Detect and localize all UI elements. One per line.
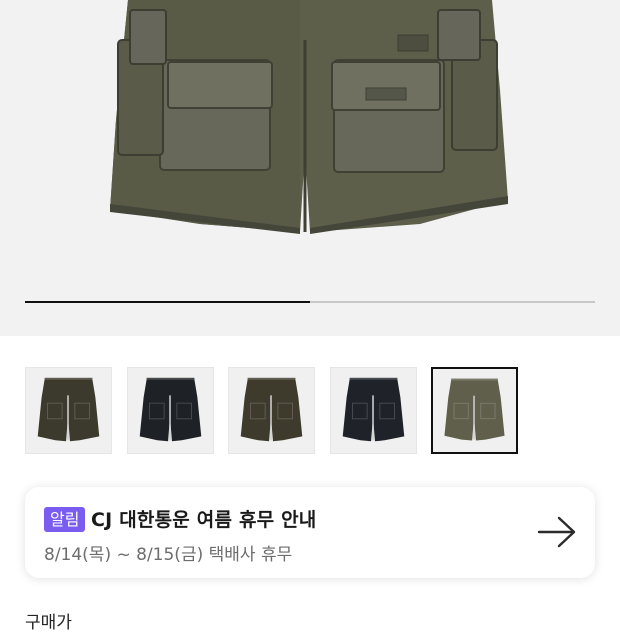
notice-subtitle: 8/14(목) ~ 8/15(금) 택배사 휴무 [44, 545, 293, 565]
product-image [110, 0, 508, 234]
shorts-thumbnail-image [444, 378, 505, 441]
arrow-right-icon[interactable] [537, 514, 577, 550]
shorts-thumbnail-image [240, 377, 303, 442]
notice-badge: 알림 [44, 507, 86, 532]
thumbnail-1[interactable] [25, 367, 112, 454]
gallery-progress-fill [25, 301, 310, 303]
shorts-thumbnail-image [37, 377, 100, 442]
thumbnail-4[interactable] [330, 367, 417, 454]
shorts-thumbnail-image [342, 377, 405, 442]
price-section-label: 구매가 [25, 613, 72, 633]
thumbnail-strip [25, 367, 595, 456]
thumbnail-5[interactable] [431, 367, 518, 454]
notice-banner[interactable]: 알림 CJ 대한통운 여름 휴무 안내 8/14(목) ~ 8/15(금) 택배… [25, 487, 595, 578]
notice-title: CJ 대한통운 여름 휴무 안내 [91, 509, 317, 531]
thumbnail-3[interactable] [228, 367, 315, 454]
gallery-progress-bar [25, 301, 595, 303]
product-image-gallery[interactable] [0, 0, 620, 336]
thumbnail-2[interactable] [127, 367, 214, 454]
shorts-thumbnail-image [139, 377, 202, 442]
